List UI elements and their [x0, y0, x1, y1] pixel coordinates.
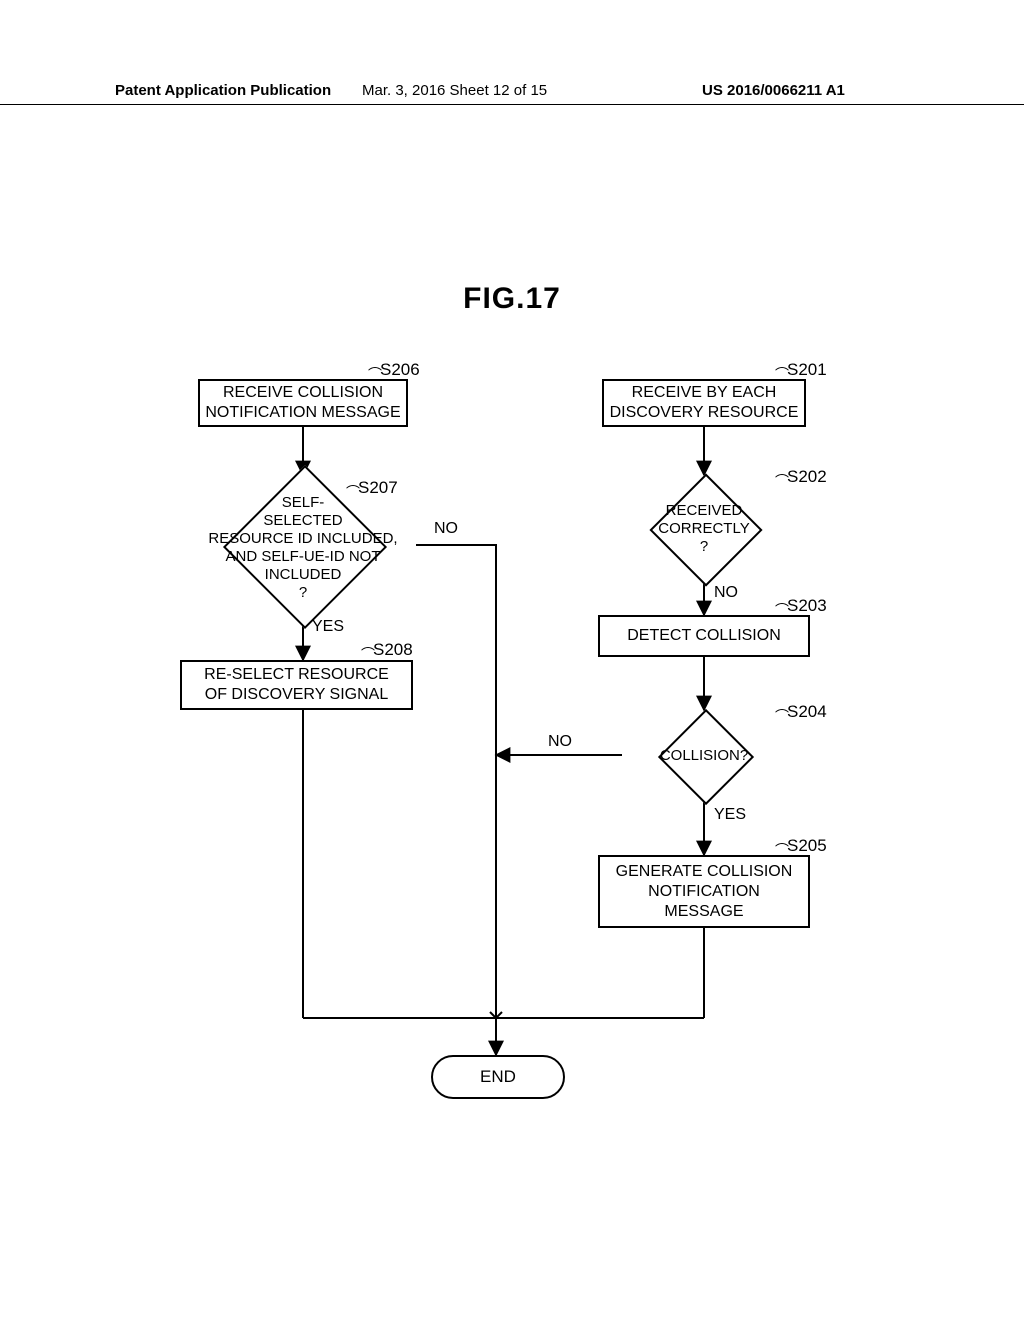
- step-id-text: S208: [373, 640, 413, 659]
- step-s208-box: RE-SELECT RESOURCEOF DISCOVERY SIGNAL: [180, 660, 413, 710]
- step-id-text: S205: [787, 836, 827, 855]
- step-id-text: S203: [787, 596, 827, 615]
- step-s202-id: ⌒ S202: [787, 467, 827, 487]
- step-id-text: S207: [358, 478, 398, 497]
- header-pub-number: US 2016/0066211 A1: [702, 82, 845, 99]
- end-text: END: [480, 1067, 516, 1087]
- leader-icon: ⌒: [346, 482, 360, 502]
- step-s205-box: GENERATE COLLISIONNOTIFICATIONMESSAGE: [598, 855, 810, 928]
- step-id-text: S206: [380, 360, 420, 379]
- flowchart-connectors: [0, 0, 1024, 1320]
- header-publication: Patent Application Publication: [115, 82, 331, 99]
- step-s203-text: DETECT COLLISION: [627, 626, 781, 646]
- step-id-text: S202: [787, 467, 827, 486]
- step-s208-id: ⌒ S208: [373, 640, 413, 660]
- step-s205-id: ⌒ S205: [787, 836, 827, 856]
- leader-icon: ⌒: [775, 600, 789, 620]
- edge-s204-yes: YES: [714, 806, 746, 824]
- step-s204-id: ⌒ S204: [787, 702, 827, 722]
- step-s205-text: GENERATE COLLISIONNOTIFICATIONMESSAGE: [616, 862, 793, 922]
- edge-s202-no: NO: [714, 584, 738, 602]
- edge-s207-no: NO: [434, 520, 458, 538]
- leader-icon: ⌒: [775, 471, 789, 491]
- step-id-text: S204: [787, 702, 827, 721]
- leader-icon: ⌒: [775, 840, 789, 860]
- step-s206-text: RECEIVE COLLISIONNOTIFICATION MESSAGE: [205, 383, 400, 423]
- step-s204-diamond: [658, 709, 754, 805]
- leader-icon: ⌒: [368, 364, 382, 384]
- page-header: Patent Application Publication Mar. 3, 2…: [0, 82, 1024, 105]
- leader-icon: ⌒: [361, 644, 375, 664]
- step-s207-id: ⌒ S207: [358, 478, 398, 498]
- step-s208-text: RE-SELECT RESOURCEOF DISCOVERY SIGNAL: [204, 665, 389, 705]
- edge-s204-no: NO: [548, 733, 572, 751]
- header-date-sheet: Mar. 3, 2016 Sheet 12 of 15: [362, 82, 547, 99]
- step-s206-box: RECEIVE COLLISIONNOTIFICATION MESSAGE: [198, 379, 408, 427]
- step-s201-box: RECEIVE BY EACHDISCOVERY RESOURCE: [602, 379, 806, 427]
- step-s201-id: ⌒ S201: [787, 360, 827, 380]
- leader-icon: ⌒: [775, 706, 789, 726]
- step-s202-diamond: [649, 473, 762, 586]
- step-s201-text: RECEIVE BY EACHDISCOVERY RESOURCE: [610, 383, 799, 423]
- figure-title: FIG.17: [0, 282, 1024, 316]
- edge-s207-yes: YES: [312, 618, 344, 636]
- step-s203-box: DETECT COLLISION: [598, 615, 810, 657]
- leader-icon: ⌒: [775, 364, 789, 384]
- step-id-text: S201: [787, 360, 827, 379]
- end-terminator: END: [431, 1055, 565, 1099]
- page: Patent Application Publication Mar. 3, 2…: [0, 0, 1024, 1320]
- step-s203-id: ⌒ S203: [787, 596, 827, 616]
- step-s206-id: ⌒ S206: [380, 360, 420, 380]
